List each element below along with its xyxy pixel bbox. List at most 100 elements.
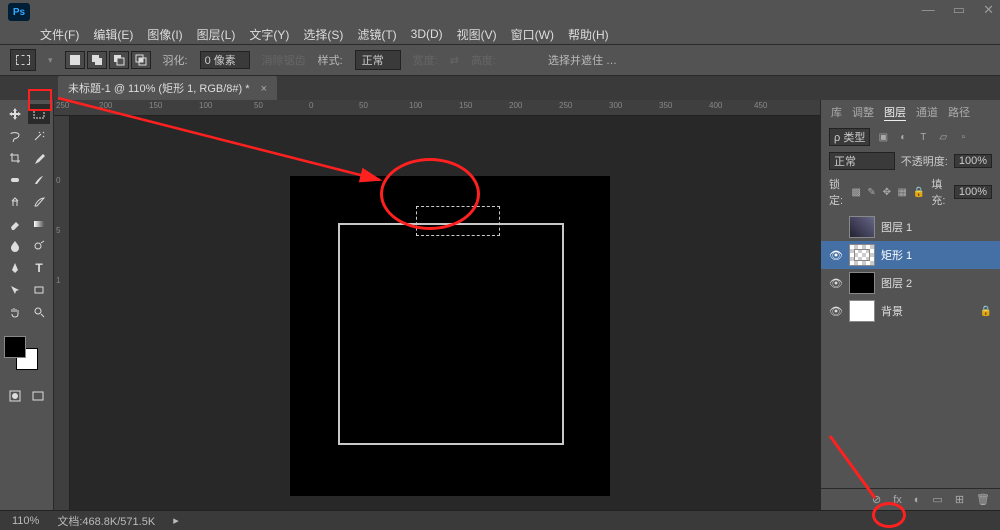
menu-window[interactable]: 窗口(W) <box>511 26 554 43</box>
screen-mode[interactable] <box>29 386 48 406</box>
tool-magic-wand[interactable] <box>28 126 50 146</box>
link-layers-icon[interactable]: ⊘ <box>872 493 881 506</box>
tool-path-select[interactable] <box>4 280 26 300</box>
lock-pos-icon[interactable]: ✥ <box>882 186 891 198</box>
visibility-toggle[interactable]: 👁 <box>829 249 843 262</box>
foreground-color[interactable] <box>4 336 26 358</box>
canvas[interactable] <box>70 116 820 510</box>
layer-name[interactable]: 矩形 1 <box>881 247 912 263</box>
layer-row[interactable]: 👁 背景 🔒 <box>821 297 1000 325</box>
tool-hand[interactable] <box>4 302 26 322</box>
lock-trans-icon[interactable]: ▩ <box>852 186 861 198</box>
menu-image[interactable]: 图像(I) <box>147 26 182 43</box>
style-select[interactable]: 正常 <box>355 50 401 70</box>
tab-paths[interactable]: 路径 <box>948 104 970 121</box>
adjustment-icon[interactable]: ▭ <box>932 493 942 506</box>
selection-mode-group <box>65 51 151 69</box>
layer-name[interactable]: 图层 1 <box>881 219 912 235</box>
layer-filter-kind[interactable]: ρ 类型 <box>829 128 870 146</box>
feather-input[interactable]: 0 像素 <box>200 51 250 69</box>
tool-blur[interactable] <box>4 236 26 256</box>
tab-layers[interactable]: 图层 <box>884 104 906 121</box>
tool-move[interactable] <box>4 104 26 124</box>
refine-edge-button[interactable]: 选择并遮住 … <box>548 52 617 68</box>
menu-layer[interactable]: 图层(L) <box>197 26 236 43</box>
blend-mode-select[interactable]: 正常 <box>829 152 895 170</box>
lock-paint-icon[interactable]: ✎ <box>867 186 876 198</box>
ruler-vertical[interactable]: 0 5 1 <box>54 116 70 510</box>
ruler-mark: 0 <box>309 101 313 110</box>
tool-eraser[interactable] <box>4 214 26 234</box>
layer-row[interactable]: 👁 图层 2 <box>821 269 1000 297</box>
mask-icon[interactable]: ◐ <box>914 494 921 506</box>
tool-preset-chevron-icon[interactable]: ▾ <box>48 55 53 66</box>
lock-all-icon[interactable]: 🔒 <box>913 186 925 198</box>
tool-lasso[interactable] <box>4 126 26 146</box>
menu-select[interactable]: 选择(S) <box>303 26 343 43</box>
menu-filter[interactable]: 滤镜(T) <box>357 26 396 43</box>
visibility-toggle[interactable]: 👁 <box>829 277 843 290</box>
opacity-input[interactable]: 100% <box>954 154 992 168</box>
layer-row[interactable]: 图层 1 <box>821 213 1000 241</box>
menu-3d[interactable]: 3D(D) <box>411 27 443 41</box>
tool-history-brush[interactable] <box>28 192 50 212</box>
visibility-toggle[interactable]: 👁 <box>829 305 843 318</box>
document-tab-close[interactable]: × <box>261 83 267 95</box>
fx-icon[interactable]: fx <box>893 494 902 506</box>
document-tab-title: 未标题-1 @ 110% (矩形 1, RGB/8#) * <box>68 83 250 95</box>
tool-zoom[interactable] <box>28 302 50 322</box>
layer-name[interactable]: 背景 <box>881 303 903 319</box>
status-chevron-icon[interactable]: ▸ <box>173 514 179 527</box>
menu-edit[interactable]: 编辑(E) <box>93 26 133 43</box>
selection-new[interactable] <box>65 51 85 69</box>
menu-file[interactable]: 文件(F) <box>40 26 79 43</box>
menu-view[interactable]: 视图(V) <box>457 26 497 43</box>
fill-input[interactable]: 100% <box>954 185 992 199</box>
filter-shape-icon[interactable]: ▱ <box>936 131 950 143</box>
active-tool-preview[interactable] <box>10 49 36 71</box>
tool-type[interactable]: T <box>28 258 50 278</box>
filter-type-icon[interactable]: T <box>916 131 930 143</box>
width-label: 宽度: <box>413 52 438 68</box>
tool-rectangle[interactable] <box>28 280 50 300</box>
selection-intersect[interactable] <box>131 51 151 69</box>
window-maximize[interactable]: ▭ <box>953 2 965 18</box>
menu-type[interactable]: 文字(Y) <box>249 26 289 43</box>
tool-gradient[interactable] <box>28 214 50 234</box>
layer-name[interactable]: 图层 2 <box>881 275 912 291</box>
new-layer-icon[interactable]: ⊞ <box>955 493 964 506</box>
tool-eyedropper[interactable] <box>28 148 50 168</box>
tool-healing[interactable] <box>4 170 26 190</box>
color-swatches[interactable] <box>4 336 38 370</box>
tool-pen[interactable] <box>4 258 26 278</box>
tab-adjust[interactable]: 调整 <box>852 104 874 121</box>
filter-smart-icon[interactable]: ▫ <box>956 131 970 143</box>
ruler-mark: 350 <box>659 101 672 110</box>
tool-marquee[interactable] <box>28 104 50 124</box>
delete-layer-icon[interactable]: 🗑 <box>976 493 990 506</box>
quick-mask[interactable] <box>6 386 25 406</box>
ruler-horizontal[interactable]: 250 200 150 100 50 0 50 100 150 200 250 … <box>54 100 820 116</box>
selection-add[interactable] <box>87 51 107 69</box>
docsize-value: 468.8K/571.5K <box>82 516 155 528</box>
filter-pixel-icon[interactable]: ▣ <box>876 131 890 143</box>
selection-subtract[interactable] <box>109 51 129 69</box>
tab-library[interactable]: 库 <box>831 104 842 121</box>
layer-thumb <box>849 216 875 238</box>
ruler-mark: 1 <box>56 276 60 285</box>
filter-adjust-icon[interactable]: ◐ <box>896 131 910 143</box>
layer-row[interactable]: 👁 矩形 1 <box>821 241 1000 269</box>
window-close[interactable]: ✕ <box>983 2 994 18</box>
tool-dodge[interactable] <box>28 236 50 256</box>
window-minimize[interactable]: — <box>922 2 935 18</box>
menu-bar: 文件(F) 编辑(E) 图像(I) 图层(L) 文字(Y) 选择(S) 滤镜(T… <box>0 24 1000 44</box>
tab-channels[interactable]: 通道 <box>916 104 938 121</box>
zoom-level[interactable]: 110% <box>12 515 39 527</box>
lock-nest-icon[interactable]: ▦ <box>897 186 906 198</box>
menu-help[interactable]: 帮助(H) <box>568 26 609 43</box>
document-tab[interactable]: 未标题-1 @ 110% (矩形 1, RGB/8#) * × <box>58 76 277 100</box>
tool-brush[interactable] <box>28 170 50 190</box>
tool-clone[interactable] <box>4 192 26 212</box>
tools-panel: T <box>0 100 54 510</box>
tool-crop[interactable] <box>4 148 26 168</box>
